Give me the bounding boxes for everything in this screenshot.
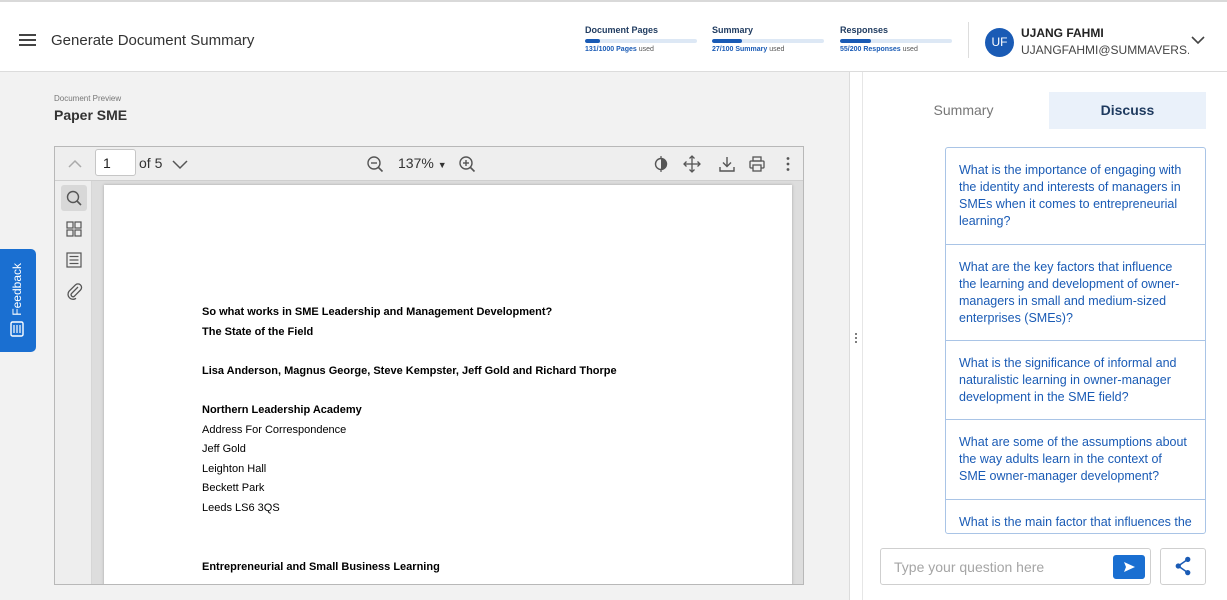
document-line: Beckett Park	[202, 482, 265, 494]
suggested-questions-list[interactable]: What is the importance of engaging with …	[945, 147, 1206, 534]
document-line: The State of the Field	[202, 326, 314, 338]
usage-document-pages: Document Pages 131/1000 Pages used	[585, 25, 697, 53]
usage-value: 55/200 Responses	[840, 46, 901, 53]
usage-text: 131/1000 Pages used	[585, 46, 697, 53]
chevron-down-icon[interactable]	[170, 154, 190, 174]
document-line: Lisa Anderson, Magnus George, Steve Kemp…	[202, 365, 617, 377]
usage-text: 55/200 Responses used	[840, 46, 952, 53]
user-name: UJANG FAHMI	[1021, 26, 1104, 40]
suggested-question[interactable]: What is the significance of informal and…	[946, 341, 1205, 420]
usage-suffix: used	[902, 46, 918, 53]
zoom-out-icon[interactable]	[365, 154, 385, 174]
usage-suffix: used	[769, 46, 785, 53]
document-line: Entrepreneurial and Small Business Learn…	[202, 561, 440, 573]
document-line: Address For Correspondence	[202, 424, 347, 436]
feedback-button[interactable]: Feedback	[0, 249, 36, 352]
zoom-level[interactable]: 137% ▼	[398, 155, 447, 171]
usage-bar	[840, 39, 952, 43]
page-number-input[interactable]	[95, 149, 136, 176]
usage-suffix: used	[638, 46, 654, 53]
usage-bar-fill	[840, 39, 871, 43]
page-count: of 5	[139, 155, 163, 171]
document-line: So what works in SME Leadership and Mana…	[202, 306, 553, 318]
usage-bar-fill	[712, 39, 743, 43]
question-input[interactable]	[881, 549, 1109, 584]
usage-label: Responses	[840, 25, 889, 35]
feedback-label: Feedback	[10, 263, 24, 316]
menu-icon[interactable]	[19, 34, 36, 46]
app-header: Generate Document Summary Document Pages…	[0, 0, 1227, 72]
usage-label: Summary	[712, 25, 754, 35]
document-line: Jeff Gold	[202, 443, 246, 455]
avatar[interactable]: UF	[985, 28, 1014, 57]
chevron-down-icon[interactable]	[1191, 35, 1205, 45]
viewer-toolbar: of 5 137% ▼	[55, 147, 803, 181]
share-button[interactable]	[1160, 548, 1206, 585]
pdf-viewer: of 5 137% ▼ So what works in SME Leaders…	[54, 146, 804, 585]
zoom-in-icon[interactable]	[457, 154, 477, 174]
usage-bar	[585, 39, 697, 43]
usage-responses: Responses 55/200 Responses used	[840, 25, 952, 53]
pan-icon[interactable]	[682, 154, 702, 174]
download-icon[interactable]	[717, 154, 737, 174]
thumbnails-icon[interactable]	[61, 216, 87, 242]
document-line: Leeds LS6 3QS	[202, 502, 280, 514]
share-icon	[1175, 556, 1191, 576]
zoom-value: 137%	[398, 155, 434, 171]
question-input-box	[880, 548, 1151, 585]
outline-icon[interactable]	[61, 247, 87, 273]
tab-discuss[interactable]: Discuss	[1049, 92, 1206, 129]
pane-splitter[interactable]	[849, 72, 863, 600]
suggested-question[interactable]: What is the importance of engaging with …	[946, 148, 1205, 245]
preview-title: Paper SME	[54, 107, 128, 123]
tab-summary[interactable]: Summary	[885, 92, 1042, 129]
usage-bar	[712, 39, 824, 43]
usage-value: 131/1000 Pages	[585, 46, 637, 53]
document-page: So what works in SME Leadership and Mana…	[104, 185, 792, 584]
search-icon[interactable]	[61, 185, 87, 211]
feedback-icon	[10, 321, 24, 337]
usage-text: 27/100 Summary used	[712, 46, 824, 53]
print-icon[interactable]	[747, 154, 767, 174]
caret-down-icon: ▼	[437, 160, 447, 170]
usage-summary: Summary 27/100 Summary used	[712, 25, 824, 53]
viewer-side-toolbar	[55, 181, 92, 584]
send-icon	[1124, 562, 1135, 572]
send-button[interactable]	[1113, 555, 1145, 579]
usage-bar-fill	[585, 39, 600, 43]
text-select-icon[interactable]	[651, 154, 671, 174]
suggested-question[interactable]: What are the key factors that influence …	[946, 245, 1205, 341]
more-options-icon[interactable]	[778, 154, 798, 174]
document-line: Northern Leadership Academy	[202, 404, 362, 416]
document-line: Leighton Hall	[202, 463, 267, 475]
user-email: UJANGFAHMI@SUMMAVERS...	[1021, 43, 1189, 57]
usage-value: 27/100 Summary	[712, 46, 768, 53]
drag-handle-icon[interactable]	[855, 333, 858, 345]
attachment-icon[interactable]	[61, 278, 87, 304]
header-divider	[968, 22, 969, 58]
discussion-pane: Summary Discuss What is the importance o…	[863, 72, 1227, 600]
preview-label: Document Preview	[54, 94, 122, 103]
page-title: Generate Document Summary	[51, 32, 255, 49]
chevron-up-icon[interactable]	[65, 154, 85, 174]
document-preview-pane: Document Preview Paper SME of 5 137% ▼ S…	[0, 72, 849, 600]
suggested-question[interactable]: What are some of the assumptions about t…	[946, 420, 1205, 500]
suggested-question[interactable]: What is the main factor that influences …	[946, 500, 1205, 533]
usage-label: Document Pages	[585, 25, 659, 35]
